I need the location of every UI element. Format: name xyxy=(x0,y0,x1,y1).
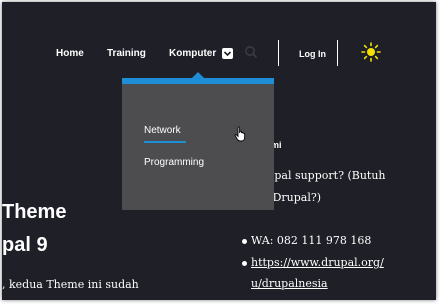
nav-training[interactable]: Training xyxy=(107,48,146,59)
nav-divider xyxy=(337,40,338,66)
nav-komputer[interactable]: Komputer xyxy=(169,48,216,59)
sun-icon[interactable] xyxy=(361,42,381,67)
search-icon[interactable] xyxy=(244,45,258,64)
wa-contact: WA: 082 111 978 168 xyxy=(251,234,372,247)
hand-cursor-icon xyxy=(234,126,248,147)
bullet-icon xyxy=(242,261,247,266)
dropdown-item-network[interactable]: Network xyxy=(144,125,181,136)
login-link[interactable]: Log In xyxy=(299,49,326,59)
nav-home[interactable]: Home xyxy=(56,48,84,59)
active-underline xyxy=(144,141,186,143)
body-paragraph: , kedua Theme ini sudah xyxy=(2,278,139,291)
browser-viewport: Home Training Komputer Log In Theme pal … xyxy=(2,2,436,300)
bullet-icon xyxy=(242,239,247,244)
dropdown-item-programming[interactable]: Programming xyxy=(144,157,204,168)
nav-divider xyxy=(278,40,279,66)
support-text-line1: rupal support? (Butuh xyxy=(262,169,386,182)
drupal-profile-link[interactable]: https://www.drupal.org/ xyxy=(251,256,384,269)
drupal-profile-link-cont[interactable]: u/drupalnesia xyxy=(251,277,328,290)
page-heading-line2: pal 9 xyxy=(2,234,48,256)
dropdown-accent-bar xyxy=(122,78,274,84)
chevron-down-icon[interactable] xyxy=(222,48,233,59)
komputer-dropdown-menu: Network Programming xyxy=(122,72,274,210)
page-heading-line1: Theme xyxy=(2,201,67,223)
